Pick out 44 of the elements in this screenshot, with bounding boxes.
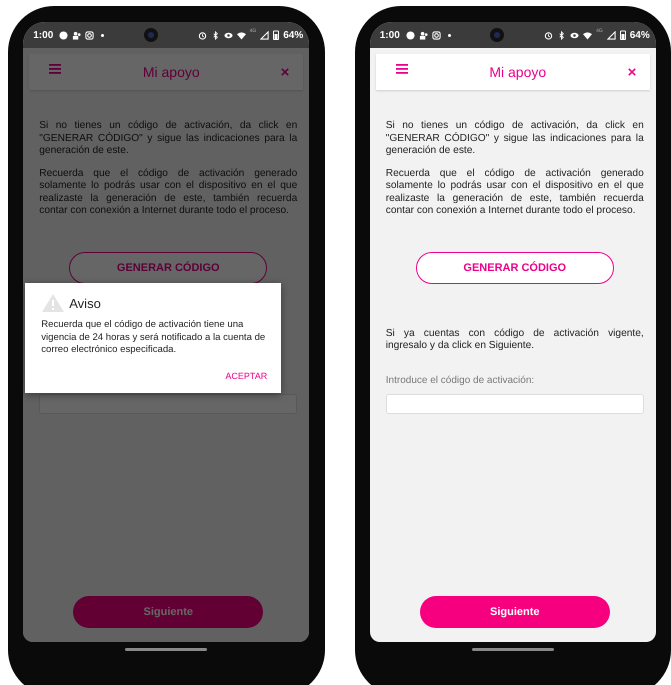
camera-icon (490, 28, 504, 42)
alarm-icon (544, 30, 554, 40)
accept-button[interactable]: ACEPTAR (225, 370, 268, 380)
code-field-label: Introduce el código de activación: (386, 374, 536, 386)
header-title: Mi apoyo (488, 64, 548, 80)
bluetooth-icon (557, 30, 566, 40)
status-time: 1:00 (33, 30, 54, 40)
generate-code-button[interactable]: GENERAR CÓDIGO (416, 252, 614, 284)
next-button[interactable]: Siguiente (73, 596, 264, 628)
camera-icon (144, 28, 158, 42)
dialog-title: Aviso (69, 296, 101, 310)
next-button[interactable]: Siguiente (420, 596, 610, 628)
instruction-text: Si no tienes un código de activación, da click en "GENERAR CÓDIGO" y sigue las indicaciones para la generación de este. (39, 120, 298, 158)
camera-outline-icon (85, 30, 94, 40)
code-input-field[interactable] (39, 394, 298, 414)
warning-icon (41, 293, 66, 313)
instruction-text: Si no tienes un código de activación, da click en "GENERAR CÓDIGO" y sigue las indicaciones para la generación de este. (386, 120, 644, 158)
instruction-text: Recuerda que el código de activación generado solamente lo podrás usar con el dispositivo en el que realizaste la generación de este, también recuerda contar con conexión a Internet durante todo el proceso. (39, 168, 298, 218)
wifi-icon (236, 30, 246, 40)
status-time: 1:00 (380, 30, 400, 40)
instruction-text: Recuerda que el código de activación generado solamente lo podrás usar con el dispositivo en el que realizaste la generación de este, también recuerda contar con conexión a Internet durante todo el proceso. (386, 168, 644, 218)
camera-outline-icon (432, 30, 441, 40)
battery-icon (620, 30, 626, 40)
bluetooth-icon (210, 30, 220, 40)
menu-icon[interactable] (396, 64, 408, 74)
menu-icon[interactable] (49, 64, 62, 74)
dialog-message: Recuerda que el código de activación tiene una vigencia de 24 horas y será notificado a la cuenta de correo electrónico especificada. (41, 319, 266, 356)
generate-code-button[interactable]: GENERAR CÓDIGO (69, 252, 268, 284)
alarm-icon (198, 30, 207, 40)
battery-level: 64% (630, 30, 650, 40)
eye-icon (570, 30, 580, 40)
close-icon[interactable] (628, 68, 636, 76)
eye-icon (224, 30, 233, 40)
code-input-field[interactable] (386, 394, 644, 414)
dot-icon (101, 34, 104, 36)
existing-code-text: Si ya cuentas con código de activación vigente, ingresalo y da click en Siguiente. (386, 328, 644, 352)
battery-icon (273, 30, 280, 40)
close-icon[interactable] (281, 68, 290, 76)
header-title: Mi apoyo (142, 64, 201, 80)
signal-icon (606, 30, 616, 40)
wifi-icon (583, 30, 592, 40)
signal-icon (260, 30, 270, 40)
battery-level: 64% (283, 30, 304, 40)
dot-icon (448, 34, 451, 36)
